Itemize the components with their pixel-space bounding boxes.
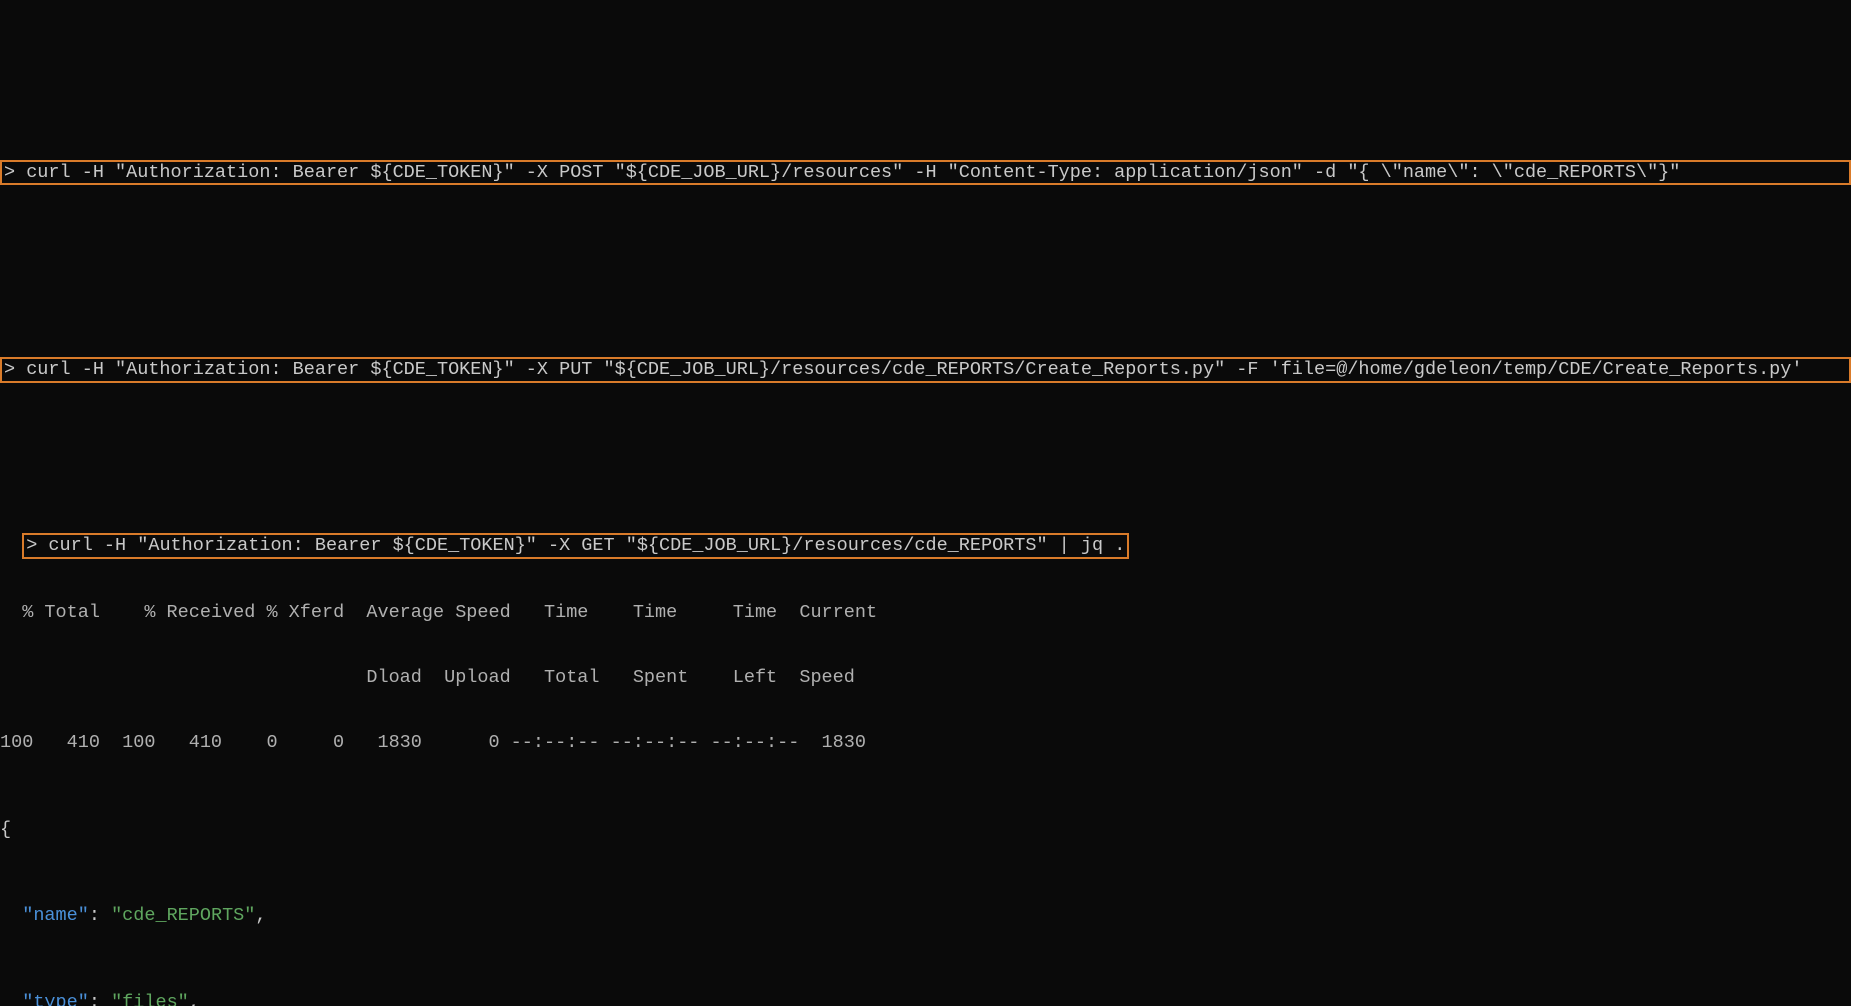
highlighted-command-1: > curl -H "Authorization: Bearer ${CDE_T… xyxy=(0,160,1851,186)
highlighted-command-3: > curl -H "Authorization: Bearer ${CDE_T… xyxy=(22,533,1129,559)
curl-progress-line: 100 410 100 410 0 0 1830 0 --:--:-- --:-… xyxy=(0,732,1851,754)
command-text-1: > curl -H "Authorization: Bearer ${CDE_T… xyxy=(4,162,1680,183)
command-text-2: > curl -H "Authorization: Bearer ${CDE_T… xyxy=(4,359,1803,380)
curl-progress-header-1: % Total % Received % Xferd Average Speed… xyxy=(0,602,1851,624)
terminal-window[interactable]: > curl -H "Authorization: Bearer ${CDE_T… xyxy=(0,0,1851,1006)
json-row-type: "type": "files", xyxy=(0,992,1851,1006)
command-text-3: > curl -H "Authorization: Bearer ${CDE_T… xyxy=(26,535,1125,556)
json-open-brace: { xyxy=(0,819,1851,841)
curl-progress-header-2: Dload Upload Total Spent Left Speed xyxy=(0,667,1851,689)
highlighted-command-2: > curl -H "Authorization: Bearer ${CDE_T… xyxy=(0,357,1851,383)
json-row-name: "name": "cde_REPORTS", xyxy=(0,905,1851,927)
